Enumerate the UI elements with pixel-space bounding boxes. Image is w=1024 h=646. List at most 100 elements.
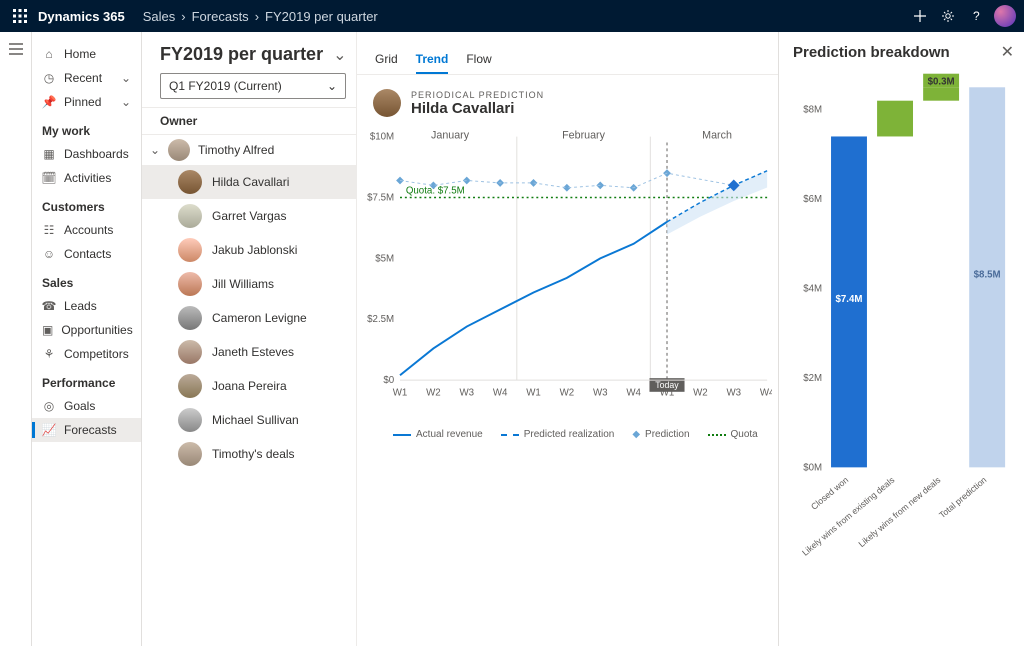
add-icon[interactable] bbox=[906, 9, 934, 23]
svg-text:$2.5M: $2.5M bbox=[367, 314, 394, 325]
tab-grid[interactable]: Grid bbox=[375, 46, 398, 74]
nav-label: Contacts bbox=[64, 247, 111, 261]
nav-label: Activities bbox=[64, 171, 111, 185]
help-icon[interactable]: ? bbox=[962, 9, 990, 23]
owner-name: Joana Pereira bbox=[212, 379, 287, 393]
svg-text:$7.4M: $7.4M bbox=[836, 294, 863, 305]
svg-text:W3: W3 bbox=[459, 388, 474, 399]
nav-label: Goals bbox=[64, 399, 95, 413]
svg-text:$0.3M: $0.3M bbox=[928, 76, 955, 87]
owner-row[interactable]: Garret Vargas bbox=[142, 199, 356, 233]
page-title: FY2019 per quarter bbox=[160, 44, 323, 65]
nav-contacts[interactable]: ☺Contacts bbox=[32, 242, 141, 266]
app-launcher-icon[interactable] bbox=[8, 9, 32, 23]
nav-goals[interactable]: ◎ Goals bbox=[32, 394, 141, 418]
avatar bbox=[178, 204, 202, 228]
owner-name: Timothy Alfred bbox=[198, 143, 274, 157]
nav-recent[interactable]: ◷Recent⌄ bbox=[32, 66, 141, 90]
left-nav: ⌂Home ◷Recent⌄ 📌Pinned⌄ My work ▦Dashboa… bbox=[32, 32, 142, 646]
avatar bbox=[373, 89, 401, 117]
dashboard-icon: ▦ bbox=[42, 147, 56, 161]
tab-trend[interactable]: Trend bbox=[416, 46, 449, 74]
owner-row[interactable]: Hilda Cavallari bbox=[142, 165, 356, 199]
brand[interactable]: Dynamics 365 bbox=[38, 9, 125, 24]
tab-flow[interactable]: Flow bbox=[466, 46, 491, 74]
chart-overline: PERIODICAL PREDICTION bbox=[411, 90, 544, 100]
svg-text:W4: W4 bbox=[493, 388, 508, 399]
nav-dashboards[interactable]: ▦ Dashboards bbox=[32, 142, 141, 166]
chevron-down-icon: ⌄ bbox=[121, 71, 131, 85]
leads-icon: ☎ bbox=[42, 299, 56, 313]
owner-row[interactable]: Joana Pereira bbox=[142, 369, 356, 403]
activity-icon: 🗓 bbox=[42, 171, 56, 185]
owner-row[interactable]: Jill Williams bbox=[142, 267, 356, 301]
svg-text:W2: W2 bbox=[426, 388, 441, 399]
period-select[interactable]: Q1 FY2019 (Current) ⌄ bbox=[160, 73, 346, 99]
svg-text:?: ? bbox=[973, 9, 980, 23]
nav-pinned[interactable]: 📌Pinned⌄ bbox=[32, 90, 141, 114]
owner-row[interactable]: Jakub Jablonski bbox=[142, 233, 356, 267]
svg-text:March: March bbox=[702, 130, 732, 142]
avatar bbox=[178, 442, 202, 466]
competitors-icon: ⚘ bbox=[42, 347, 56, 361]
chevron-down-icon[interactable]: ⌄ bbox=[333, 45, 346, 65]
svg-text:Total prediction: Total prediction bbox=[937, 475, 988, 520]
svg-text:W1: W1 bbox=[660, 388, 675, 399]
nav-home[interactable]: ⌂Home bbox=[32, 42, 141, 66]
rail bbox=[0, 32, 32, 646]
breadcrumb-item[interactable]: Forecasts bbox=[192, 9, 249, 24]
legend-actual: Actual revenue bbox=[416, 429, 483, 440]
legend-predicted-real: Predicted realization bbox=[524, 429, 615, 440]
chevron-down-icon: ⌄ bbox=[327, 79, 337, 93]
owner-name: Jill Williams bbox=[212, 277, 274, 291]
main-column: Grid Trend Flow PERIODICAL PREDICTION Hi… bbox=[356, 32, 778, 646]
nav-group: Sales bbox=[32, 266, 141, 294]
nav-group: My work bbox=[32, 114, 141, 142]
opportunity-icon: ▣ bbox=[42, 323, 53, 337]
svg-text:W4: W4 bbox=[626, 388, 641, 399]
owner-parent-row[interactable]: ⌄ Timothy Alfred bbox=[142, 135, 356, 165]
nav-forecasts[interactable]: 📈 Forecasts bbox=[32, 418, 141, 442]
chevron-down-icon: ⌄ bbox=[121, 95, 131, 109]
svg-text:$10M: $10M bbox=[370, 132, 394, 143]
owner-name: Timothy's deals bbox=[212, 447, 295, 461]
breakdown-chart: $0M$2M$4M$6M$8M$7.4M$0.8M$0.3M$8.5MClose… bbox=[793, 71, 1016, 631]
forecast-icon: 📈 bbox=[42, 423, 56, 437]
owner-list: Hilda Cavallari Garret Vargas Jakub Jabl… bbox=[142, 165, 356, 471]
owner-column-header: Owner bbox=[142, 107, 356, 135]
svg-text:Likely wins from new deals: Likely wins from new deals bbox=[857, 474, 943, 549]
chevron-down-icon: ⌄ bbox=[150, 143, 160, 157]
nav-label: Recent bbox=[64, 71, 102, 85]
prediction-breakdown-panel: Prediction breakdown ✕ $0M$2M$4M$6M$8M$7… bbox=[778, 32, 1024, 646]
svg-text:W3: W3 bbox=[726, 388, 741, 399]
nav-label: Opportunities bbox=[61, 323, 132, 337]
nav-competitors[interactable]: ⚘Competitors bbox=[32, 342, 141, 366]
avatar bbox=[168, 139, 190, 161]
svg-text:$7.5M: $7.5M bbox=[367, 192, 394, 203]
owner-row[interactable]: Janeth Esteves bbox=[142, 335, 356, 369]
chart-person: Hilda Cavallari bbox=[411, 100, 544, 117]
panel-title: Prediction breakdown bbox=[793, 44, 1016, 61]
breadcrumb-item[interactable]: Sales bbox=[143, 9, 176, 24]
user-avatar[interactable] bbox=[994, 5, 1016, 27]
nav-label: Dashboards bbox=[64, 147, 129, 161]
hamburger-icon[interactable] bbox=[9, 42, 23, 60]
target-icon: ◎ bbox=[42, 399, 56, 413]
nav-label: Home bbox=[64, 47, 96, 61]
legend-quota: Quota bbox=[731, 429, 758, 440]
nav-leads[interactable]: ☎Leads bbox=[32, 294, 141, 318]
nav-label: Forecasts bbox=[64, 423, 117, 437]
svg-text:$4M: $4M bbox=[803, 283, 822, 294]
owner-row[interactable]: Cameron Levigne bbox=[142, 301, 356, 335]
owner-row[interactable]: Timothy's deals bbox=[142, 437, 356, 471]
svg-text:W3: W3 bbox=[593, 388, 608, 399]
owner-name: Garret Vargas bbox=[212, 209, 286, 223]
close-icon[interactable]: ✕ bbox=[1001, 42, 1014, 62]
nav-activities[interactable]: 🗓 Activities bbox=[32, 166, 141, 190]
gear-icon[interactable] bbox=[934, 9, 962, 23]
nav-opportunities[interactable]: ▣ Opportunities bbox=[32, 318, 141, 342]
nav-accounts[interactable]: ☷Accounts bbox=[32, 218, 141, 242]
avatar bbox=[178, 374, 202, 398]
legend: Actual revenue Predicted realization ◆Pr… bbox=[357, 423, 778, 440]
owner-row[interactable]: Michael Sullivan bbox=[142, 403, 356, 437]
